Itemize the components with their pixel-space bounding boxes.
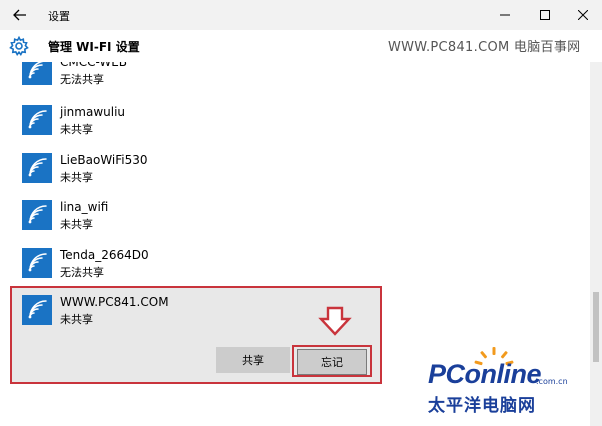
network-name: lina_wifi: [60, 200, 109, 214]
close-icon: [578, 10, 588, 20]
wifi-icon: [28, 300, 47, 319]
network-status: 未共享: [60, 171, 93, 184]
network-status: 无法共享: [60, 266, 104, 279]
network-status: 未共享: [60, 123, 93, 136]
maximize-icon: [540, 10, 550, 20]
watermark-text: WWW.PC841.COM 电脑百事网: [388, 40, 581, 55]
maximize-button[interactable]: [530, 4, 560, 26]
window-title: 设置: [48, 10, 70, 23]
pconline-logo: PConline .com.cn 太平洋电脑网: [428, 347, 602, 426]
share-button[interactable]: 共享: [216, 347, 290, 373]
minimize-icon: [500, 14, 510, 16]
wifi-icon: [28, 205, 47, 224]
network-status: 未共享: [60, 218, 93, 231]
network-item-jinmawuliu[interactable]: jinmawuliu 未共享: [22, 105, 542, 143]
network-name: jinmawuliu: [60, 105, 126, 119]
network-item-www-pc841-com[interactable]: WWW.PC841.COM 未共享: [22, 295, 542, 333]
logo-brand-text: PConline: [428, 359, 542, 389]
wifi-tile: [22, 200, 52, 230]
network-item-tenda-2664d0[interactable]: Tenda_2664D0 无法共享: [22, 248, 542, 286]
network-status: 无法共享: [60, 73, 104, 86]
title-bar: 设置: [0, 0, 602, 30]
network-name: WWW.PC841.COM: [60, 295, 169, 309]
wifi-icon: [28, 253, 47, 272]
scrollbar-thumb[interactable]: [593, 292, 599, 362]
wifi-icon: [28, 110, 47, 129]
network-name: LieBaoWiFi530: [60, 153, 148, 167]
close-button[interactable]: [568, 4, 598, 26]
logo-domain-text: .com.cn: [536, 377, 568, 386]
wifi-icon: [28, 158, 47, 177]
page-header: 管理 WI-FI 设置 WWW.PC841.COM 电脑百事网: [0, 30, 602, 62]
wifi-tile: [22, 153, 52, 183]
minimize-button[interactable]: [490, 4, 520, 26]
wifi-tile: [22, 295, 52, 325]
network-item-lina-wifi[interactable]: lina_wifi 未共享: [22, 200, 542, 238]
forget-button[interactable]: 忘记: [297, 349, 367, 375]
network-status: 未共享: [60, 313, 93, 326]
wifi-tile: [22, 248, 52, 278]
network-item-liebaowifi530[interactable]: LieBaoWiFi530 未共享: [22, 153, 542, 191]
arrow-left-icon: [13, 9, 26, 21]
gear-icon: [9, 36, 29, 56]
wifi-tile: [22, 105, 52, 135]
page-title: 管理 WI-FI 设置: [48, 40, 140, 54]
network-name: Tenda_2664D0: [60, 248, 149, 262]
arrow-down-icon: [318, 306, 352, 336]
logo-chinese-text: 太平洋电脑网: [428, 396, 536, 416]
back-button[interactable]: [8, 4, 32, 26]
